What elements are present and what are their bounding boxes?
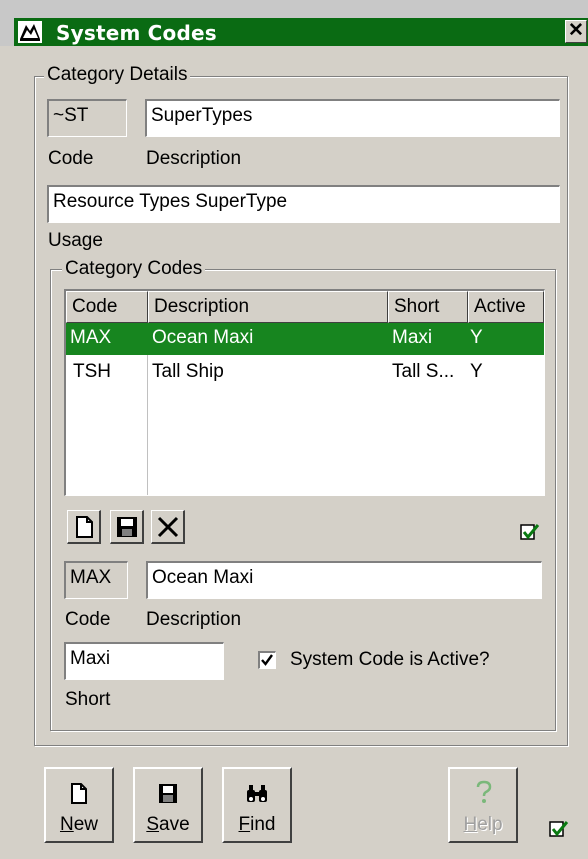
code-label: Code xyxy=(65,609,111,630)
close-icon: ✕ xyxy=(568,20,584,41)
new-code-button[interactable] xyxy=(67,510,101,544)
short-field[interactable]: Maxi xyxy=(64,642,224,680)
active-checkbox[interactable] xyxy=(258,651,276,669)
app-icon xyxy=(18,21,42,43)
new-button[interactable]: New xyxy=(44,767,114,843)
short-label: Short xyxy=(65,689,111,710)
save-button-accel: S xyxy=(146,814,160,835)
save-disk-icon xyxy=(117,517,137,537)
category-details-label: Category Details xyxy=(44,64,191,86)
column-header-code[interactable]: Code xyxy=(66,291,148,323)
row-active: Y xyxy=(470,327,483,348)
save-button-label: Save xyxy=(135,814,201,836)
new-document-icon xyxy=(76,516,93,538)
checkmark-icon xyxy=(261,654,273,666)
save-button-label-rest: ave xyxy=(159,814,190,835)
row-description: Tall Ship xyxy=(152,361,224,382)
delete-code-button[interactable] xyxy=(151,510,185,544)
row-active: Y xyxy=(470,361,483,382)
usage-label: Usage xyxy=(48,230,103,251)
row-description: Ocean Maxi xyxy=(152,327,254,348)
column-header-description[interactable]: Description xyxy=(148,291,388,323)
window-title: System Codes xyxy=(56,21,217,45)
category-codes-list[interactable]: Code Description Short Active MAX Ocean … xyxy=(64,289,545,496)
column-header-short[interactable]: Short xyxy=(388,291,468,323)
title-bar[interactable]: System Codes xyxy=(14,18,588,46)
category-description-field[interactable]: SuperTypes xyxy=(145,99,560,137)
find-button-label-rest: ind xyxy=(250,814,276,835)
active-checkbox-label[interactable]: System Code is Active? xyxy=(290,649,490,671)
new-button-accel: N xyxy=(59,814,74,835)
category-code-label: Code xyxy=(48,148,94,169)
new-button-label: New xyxy=(46,814,112,836)
find-button[interactable]: Find xyxy=(222,767,292,843)
save-code-button[interactable] xyxy=(110,510,144,544)
row-code: MAX xyxy=(70,327,112,348)
help-button[interactable]: Help xyxy=(448,767,518,843)
row-short: Tall S... xyxy=(392,361,455,382)
save-disk-icon xyxy=(159,784,177,803)
help-question-icon xyxy=(476,780,492,803)
help-button-label-rest: elp xyxy=(477,814,503,835)
category-codes-label: Category Codes xyxy=(62,258,206,280)
table-row[interactable]: MAX Ocean Maxi Maxi Y xyxy=(66,323,544,355)
delete-x-icon xyxy=(157,516,179,538)
usage-field[interactable]: Resource Types SuperType xyxy=(47,185,560,223)
new-document-icon xyxy=(71,783,87,804)
close-button[interactable]: ✕ xyxy=(565,20,587,43)
row-code: TSH xyxy=(73,361,111,382)
check-edit-icon xyxy=(549,821,569,837)
description-label: Description xyxy=(146,609,242,630)
code-field: MAX xyxy=(64,561,128,599)
column-header-code-label: Code xyxy=(72,296,118,317)
column-header-short-label: Short xyxy=(394,296,440,317)
find-button-accel: F xyxy=(238,814,251,835)
help-button-accel: H xyxy=(463,814,478,835)
help-button-label: Help xyxy=(450,814,516,836)
category-description-label: Description xyxy=(146,148,242,169)
find-button-label: Find xyxy=(224,814,290,836)
column-header-active-label: Active xyxy=(474,296,526,317)
binoculars-icon xyxy=(247,785,267,802)
row-short: Maxi xyxy=(392,327,433,348)
check-edit-icon xyxy=(520,524,540,540)
save-button[interactable]: Save xyxy=(133,767,203,843)
category-code-field: ~ST xyxy=(47,99,127,137)
column-header-active[interactable]: Active xyxy=(468,291,544,323)
table-row[interactable]: TSH Tall Ship Tall S... Y xyxy=(66,357,544,389)
new-button-label-rest: ew xyxy=(73,814,99,835)
column-header-description-label: Description xyxy=(154,296,250,317)
description-field[interactable]: Ocean Maxi xyxy=(146,561,542,599)
